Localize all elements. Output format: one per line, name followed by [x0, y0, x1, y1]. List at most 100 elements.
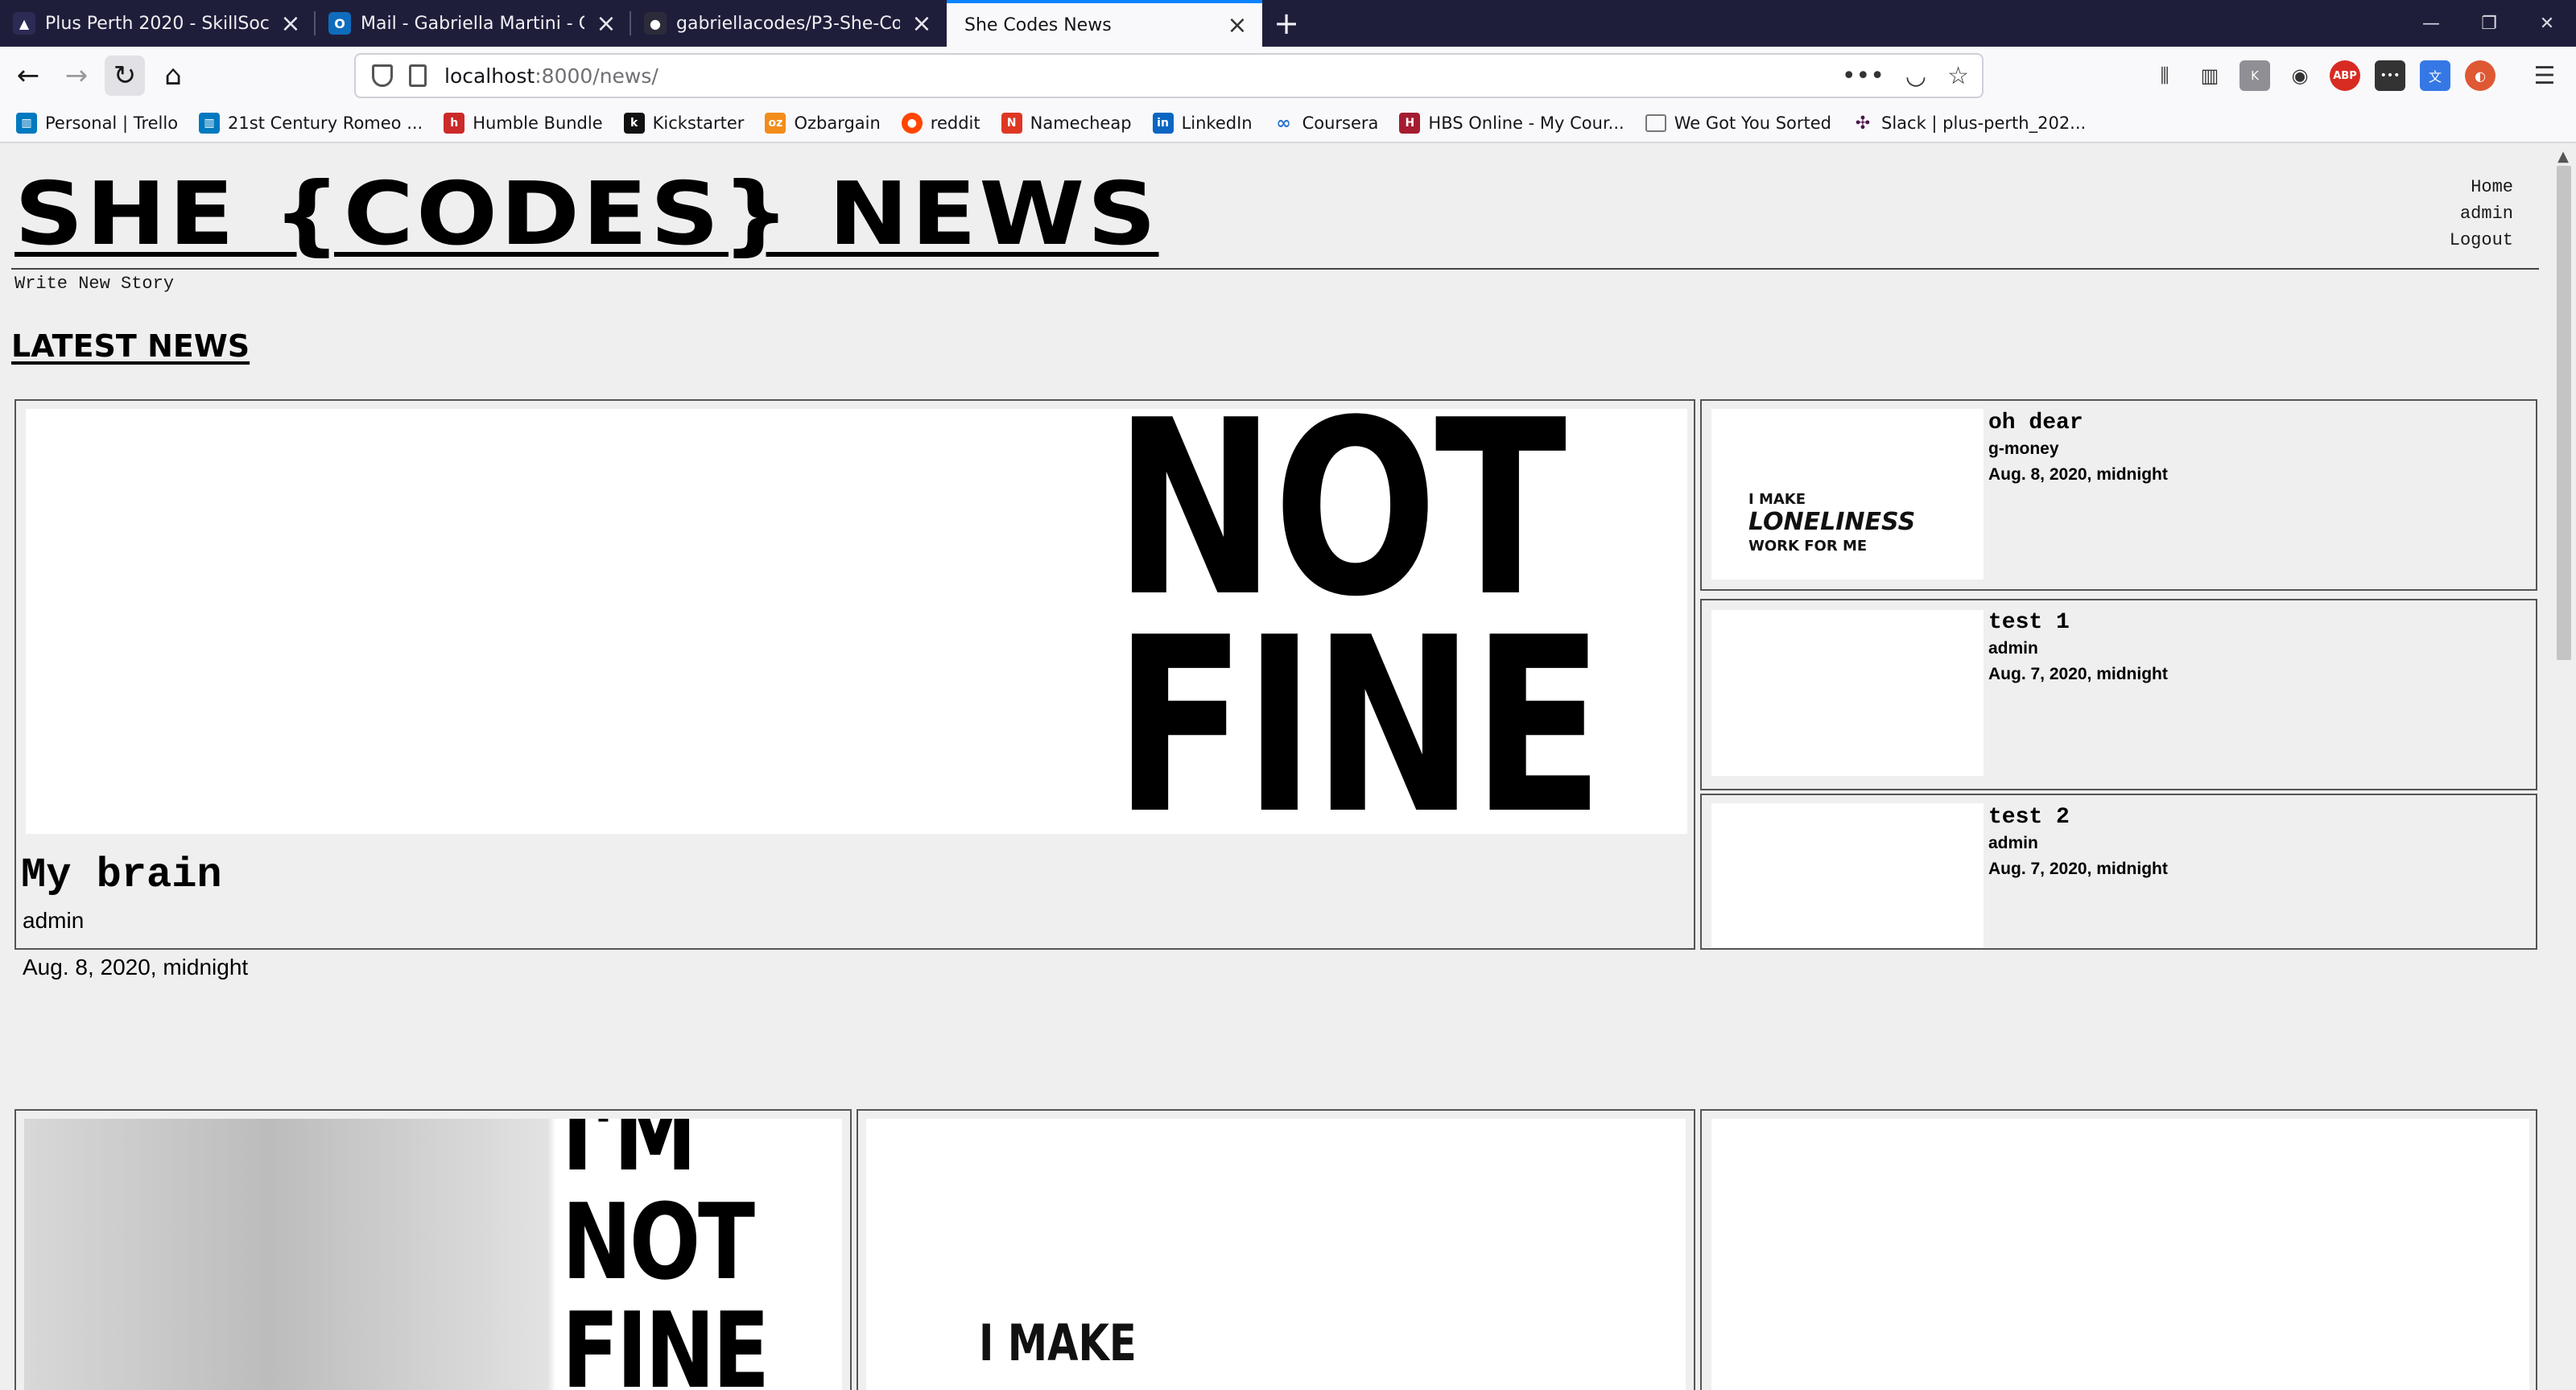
story-card[interactable]: I'M NOT FINE [14, 1109, 852, 1390]
vertical-scrollbar[interactable]: ▲ [2550, 145, 2576, 1390]
trello-icon: ▥ [199, 113, 221, 134]
site-nav: Home admin Logout [2450, 174, 2513, 254]
story-author: admin [1988, 639, 2038, 658]
image-caption-line: I MAKE [979, 1314, 1137, 1372]
minimize-icon[interactable]: — [2402, 0, 2460, 47]
page-viewport: SHE {CODES} NEWS Home admin Logout Write… [0, 145, 2550, 1390]
story-card[interactable]: I MAKE [857, 1109, 1695, 1390]
bookmark-item[interactable]: in LinkedIn [1152, 113, 1253, 134]
page-actions-icon[interactable]: ••• [1842, 62, 1885, 90]
bookmark-item[interactable]: k Kickstarter [623, 113, 745, 134]
library-icon[interactable]: ⫼ [2149, 60, 2180, 91]
scroll-up-icon[interactable]: ▲ [2550, 145, 2576, 167]
story-image: I MAKE LONELINESS WORK FOR ME [1711, 409, 1984, 580]
bookmark-label: 21st Century Romeo ... [228, 113, 423, 133]
nav-home-link[interactable]: Home [2450, 174, 2513, 200]
story-date: Aug. 8, 2020, midnight [1988, 465, 2168, 484]
site-title[interactable]: SHE {CODES} NEWS [14, 167, 1159, 263]
nav-logout-link[interactable]: Logout [2450, 227, 2513, 254]
story-title[interactable]: test 2 [1988, 805, 2070, 830]
extension-k-icon[interactable]: K [2240, 60, 2270, 91]
tab-she-codes-news[interactable]: She Codes News × [947, 0, 1262, 47]
bookmark-item[interactable]: H HBS Online - My Cour... [1399, 113, 1624, 134]
coursera-icon: ∞ [1276, 113, 1291, 134]
linkedin-icon: in [1152, 113, 1174, 134]
home-button[interactable]: ⌂ [153, 56, 193, 96]
menu-icon[interactable]: ☰ [2529, 60, 2560, 91]
tab-title: She Codes News [964, 14, 1112, 35]
translate-icon[interactable]: 文 [2420, 60, 2450, 91]
humble-bundle-icon: h [444, 113, 465, 134]
bookmark-label: Humble Bundle [473, 113, 603, 133]
story-title[interactable]: oh dear [1988, 410, 2083, 435]
image-caption-line: FINE [1114, 586, 1604, 835]
github-icon: ● [644, 12, 667, 35]
url-bar[interactable]: localhost:8000/news/ ••• ◡ ☆ [354, 53, 1984, 98]
story-card[interactable]: I MAKE LONELINESS WORK FOR ME oh dear g-… [1700, 399, 2537, 591]
featured-story-card[interactable]: NOT FINE My brain admin [14, 399, 1695, 950]
bookmark-folder[interactable]: We Got You Sorted [1645, 113, 1831, 133]
bookmark-item[interactable]: h Humble Bundle [444, 113, 603, 134]
bookmark-item[interactable]: ▥ 21st Century Romeo ... [199, 113, 423, 134]
story-title[interactable]: My brain [21, 852, 222, 899]
restore-icon[interactable]: ❐ [2460, 0, 2518, 47]
bookmark-item[interactable]: ● reddit [901, 113, 980, 134]
story-image: I MAKE [866, 1119, 1686, 1390]
close-tab-icon[interactable]: × [910, 10, 934, 38]
account-icon[interactable]: ◉ [2285, 60, 2315, 91]
bookmark-label: Ozbargain [794, 113, 881, 133]
bookmark-item[interactable]: oz Ozbargain [765, 113, 881, 134]
image-caption-line: I'M [562, 1119, 697, 1194]
story-date: Aug. 8, 2020, midnight [23, 955, 249, 980]
close-window-icon[interactable]: ✕ [2518, 0, 2576, 47]
bookmark-star-icon[interactable]: ☆ [1947, 62, 1969, 90]
duckduckgo-icon[interactable]: ◐ [2465, 60, 2496, 91]
close-tab-icon[interactable]: × [594, 10, 618, 38]
story-author: g-money [1988, 439, 2059, 458]
tab-outlook[interactable]: O Mail - Gabriella Martini - Outlo × [316, 0, 631, 47]
back-button[interactable]: ← [8, 56, 48, 96]
bookmark-item[interactable]: ✣ Slack | plus-perth_202... [1852, 113, 2086, 134]
image-caption-line: WORK FOR ME [1748, 538, 1868, 555]
bookmark-item[interactable]: N Namecheap [1001, 113, 1132, 134]
extension-dots-icon[interactable]: ••• [2375, 60, 2405, 91]
ozbargain-icon: oz [765, 113, 786, 134]
close-tab-icon[interactable]: × [279, 10, 303, 38]
bookmark-label: reddit [930, 113, 980, 133]
story-card[interactable]: test 1 admin Aug. 7, 2020, midnight [1700, 599, 2537, 790]
sidebar-icon[interactable]: ▥ [2194, 60, 2225, 91]
section-heading: LATEST NEWS [11, 328, 250, 364]
tab-strip: ▲ Plus Perth 2020 - SkillSocial × O Mail… [0, 0, 2576, 47]
write-new-story-link[interactable]: Write New Story [14, 274, 174, 294]
toolbar-extensions: ⫼ ▥ K ◉ ABP ••• 文 ◐ ☰ [2149, 47, 2576, 105]
story-image [1711, 610, 1984, 776]
story-card[interactable] [1700, 1109, 2537, 1390]
tab-github[interactable]: ● gabriellacodes/P3-She-Codes-I × [631, 0, 947, 47]
story-image: I'M NOT FINE [24, 1119, 842, 1390]
forward-button[interactable]: → [56, 56, 97, 96]
bookmark-item[interactable]: ∞ Coursera [1274, 113, 1378, 134]
new-tab-button[interactable]: + [1262, 0, 1311, 47]
story-card[interactable]: test 2 admin Aug. 7, 2020, midnight [1700, 794, 2537, 950]
image-caption-line: NOT [562, 1181, 755, 1303]
pocket-icon[interactable]: ◡ [1905, 62, 1926, 90]
outlook-icon: O [328, 12, 351, 35]
window-controls: — ❐ ✕ [2402, 0, 2576, 47]
close-tab-icon[interactable]: × [1225, 11, 1249, 39]
bookmark-item[interactable]: ▥ Personal | Trello [16, 113, 178, 134]
nav-user-link[interactable]: admin [2450, 200, 2513, 227]
adblock-plus-icon[interactable]: ABP [2330, 60, 2360, 91]
slack-icon: ✣ [1855, 113, 1871, 134]
tab-skillsocial[interactable]: ▲ Plus Perth 2020 - SkillSocial × [0, 0, 316, 47]
image-caption-line: I MAKE [1748, 491, 1806, 508]
tab-title: Mail - Gabriella Martini - Outlo [361, 13, 584, 34]
page-icon[interactable] [409, 64, 427, 87]
bookmark-label: Kickstarter [652, 113, 745, 133]
tab-title: gabriellacodes/P3-She-Codes-I [676, 13, 900, 34]
reload-button[interactable]: ↻ [105, 56, 145, 96]
url-host: localhost [444, 64, 535, 88]
story-title[interactable]: test 1 [1988, 610, 2070, 635]
scrollbar-thumb[interactable] [2557, 166, 2571, 660]
story-author: admin [1988, 834, 2038, 852]
shield-icon[interactable] [372, 64, 393, 87]
